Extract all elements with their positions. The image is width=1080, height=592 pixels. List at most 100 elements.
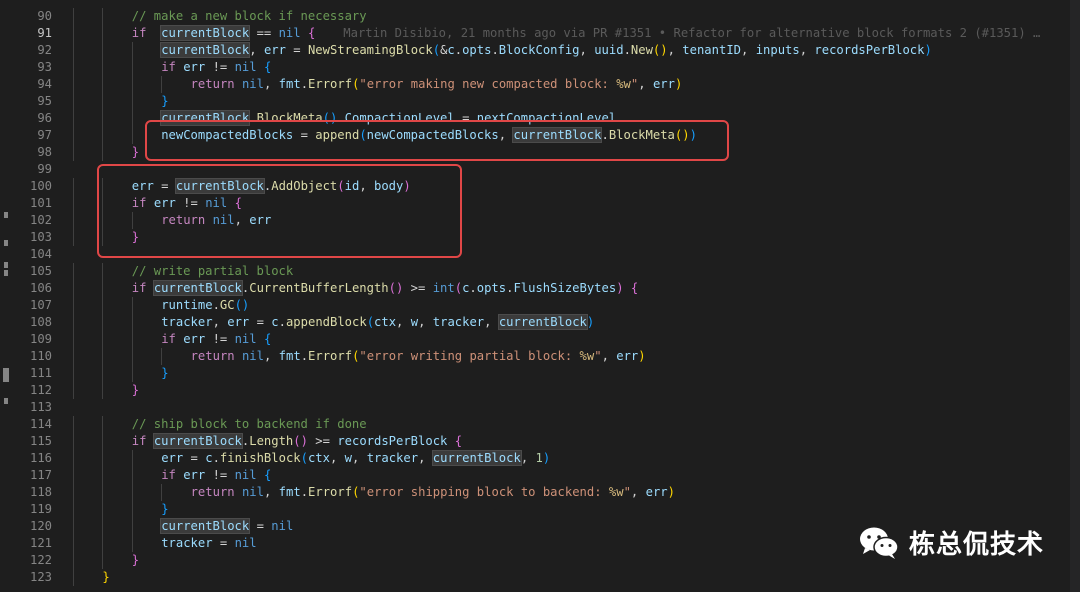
indent-guide bbox=[73, 518, 74, 535]
code-token: , bbox=[329, 451, 345, 465]
code-token: err bbox=[652, 77, 675, 91]
code-line[interactable]: 111} bbox=[0, 365, 1080, 382]
indent-guide bbox=[102, 263, 104, 280]
indent-guide bbox=[131, 331, 133, 348]
indent-guide bbox=[102, 450, 104, 467]
code-line[interactable]: 115 if currentBlock.Length() >= recordsPe… bbox=[0, 433, 1080, 450]
code-token: err bbox=[161, 451, 184, 465]
code-line[interactable]: 90 // make a new block if necessary bbox=[0, 8, 1080, 25]
code-token: = bbox=[285, 43, 308, 57]
code-line[interactable]: 92 currentBlock, err = NewStreamingBlock(… bbox=[0, 42, 1080, 59]
indent-guide bbox=[131, 535, 133, 552]
indent-guide bbox=[102, 110, 104, 127]
indent-guide bbox=[73, 331, 74, 348]
line-number: 110 bbox=[29, 349, 52, 363]
code-token: fmt bbox=[278, 485, 301, 499]
code-line[interactable]: 91 if currentBlock == nil {Martin Disibio… bbox=[0, 25, 1080, 42]
indent-guide bbox=[73, 348, 74, 365]
code-token: ) bbox=[638, 349, 646, 363]
code-token: , bbox=[484, 315, 499, 329]
scrollbar[interactable] bbox=[1070, 0, 1080, 592]
code-line[interactable]: 119} bbox=[0, 501, 1080, 518]
code-token: "error shipping block to backend: bbox=[359, 485, 609, 499]
code-line[interactable]: 105 // write partial block bbox=[0, 263, 1080, 280]
indent-guide bbox=[73, 212, 74, 229]
line-number: 112 bbox=[29, 383, 52, 397]
code-token: = bbox=[183, 451, 206, 465]
line-number: 113 bbox=[29, 400, 52, 414]
indent-guide bbox=[102, 348, 104, 365]
line-number: 122 bbox=[29, 553, 52, 567]
code-token: tenantID bbox=[682, 43, 741, 57]
code-token: runtime bbox=[161, 298, 213, 312]
code-token: tracker bbox=[432, 315, 485, 329]
code-token: recordsPerBlock bbox=[337, 434, 448, 448]
indent-guide bbox=[73, 280, 74, 297]
code-token: currentBlock bbox=[152, 280, 243, 296]
code-token: } bbox=[161, 366, 169, 380]
indent-guide bbox=[102, 8, 104, 25]
indent-guide bbox=[102, 484, 104, 501]
code-token: = bbox=[249, 519, 272, 533]
code-token: { bbox=[263, 332, 272, 346]
code-token: . bbox=[469, 281, 477, 295]
code-token: c bbox=[447, 43, 455, 57]
code-token: , bbox=[352, 451, 367, 465]
code-token: ( bbox=[366, 315, 375, 329]
code-token: ) bbox=[924, 43, 932, 57]
line-number: 116 bbox=[29, 451, 52, 465]
code-line[interactable]: 114 // ship block to backend if done bbox=[0, 416, 1080, 433]
code-token: , bbox=[263, 349, 279, 363]
code-token: tracker bbox=[366, 451, 419, 465]
code-line[interactable]: 93 if err != nil { bbox=[0, 59, 1080, 76]
code-token: , bbox=[520, 451, 536, 465]
code-token: recordsPerBlock bbox=[814, 43, 925, 57]
code-line[interactable]: 112} bbox=[0, 382, 1080, 399]
code-editor[interactable]: 90 // make a new block if necessary 91 if c… bbox=[0, 0, 1080, 592]
code-text: } bbox=[132, 144, 139, 161]
line-number: 97 bbox=[37, 128, 52, 142]
code-line[interactable]: 107 runtime.GC() bbox=[0, 297, 1080, 314]
code-token: >= bbox=[307, 434, 338, 448]
code-token: , bbox=[579, 43, 595, 57]
code-line[interactable]: 123} bbox=[0, 569, 1080, 586]
code-line[interactable]: 95} bbox=[0, 93, 1080, 110]
code-text: if err != nil { bbox=[161, 467, 271, 484]
line-number: 105 bbox=[29, 264, 52, 278]
code-token: FlushSizeBytes bbox=[513, 281, 617, 295]
code-line[interactable]: 113 bbox=[0, 399, 1080, 416]
code-line[interactable]: 117 if err != nil { bbox=[0, 467, 1080, 484]
code-line[interactable]: 106 if currentBlock.CurrentBufferLength()… bbox=[0, 280, 1080, 297]
indent-guide bbox=[102, 59, 104, 76]
code-text: } bbox=[132, 552, 139, 569]
code-line[interactable]: 94 return nil, fmt.Errorf("error making n… bbox=[0, 76, 1080, 93]
line-number: 115 bbox=[29, 434, 52, 448]
code-line[interactable]: 109 if err != nil { bbox=[0, 331, 1080, 348]
watermark-text: 栋总侃技术 bbox=[908, 530, 1044, 560]
line-number: 104 bbox=[29, 247, 52, 261]
code-token: . bbox=[278, 315, 286, 329]
code-line[interactable]: 108 tracker, err = c.appendBlock(ctx, w, … bbox=[0, 314, 1080, 331]
indent-guide bbox=[73, 501, 74, 518]
code-token: , bbox=[741, 43, 756, 57]
code-token: err bbox=[183, 332, 206, 346]
code-token: "error making new compacted block: bbox=[359, 77, 617, 91]
indent-guide bbox=[102, 382, 104, 399]
code-line[interactable]: 118 return nil, fmt.Errorf("error shippin… bbox=[0, 484, 1080, 501]
code-line[interactable]: 116 err = c.finishBlock(ctx, w, tracker, … bbox=[0, 450, 1080, 467]
indent-guide bbox=[131, 518, 133, 535]
code-token: , bbox=[799, 43, 815, 57]
code-token: currentBlock bbox=[160, 518, 251, 534]
indent-guide bbox=[102, 42, 104, 59]
code-token: } bbox=[102, 570, 110, 584]
code-token: >= bbox=[403, 281, 433, 295]
code-token: ) bbox=[586, 315, 595, 329]
code-line[interactable]: 110 return nil, fmt.Errorf("error writing… bbox=[0, 348, 1080, 365]
code-token: err bbox=[183, 468, 206, 482]
code-token: { bbox=[630, 281, 639, 295]
line-number: 119 bbox=[29, 502, 52, 516]
code-token: opts bbox=[476, 281, 507, 295]
line-number: 109 bbox=[29, 332, 52, 346]
indent-guide bbox=[73, 569, 74, 586]
